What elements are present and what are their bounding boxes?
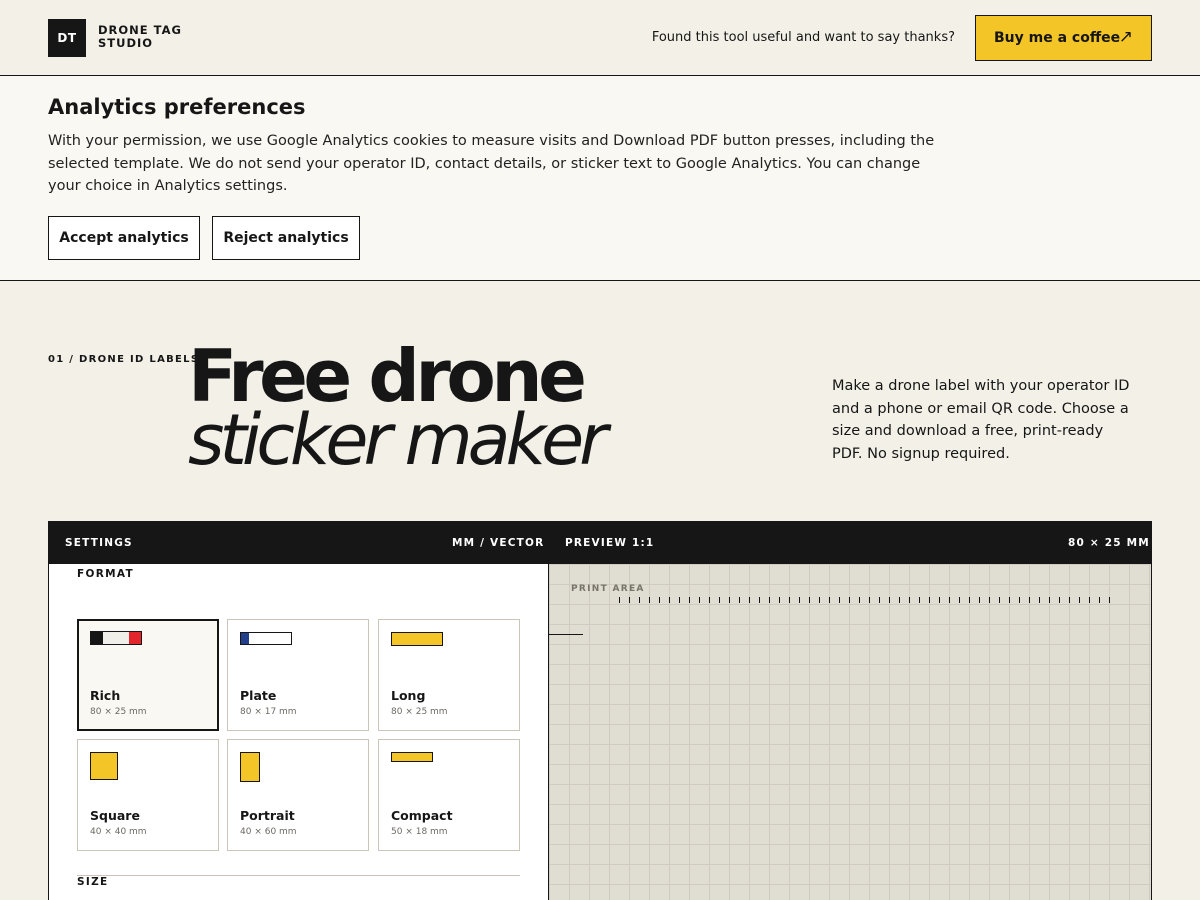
leader-line [549, 634, 583, 635]
reject-analytics-button[interactable]: Reject analytics [212, 216, 360, 260]
format-dims: 80 × 17 mm [240, 707, 297, 717]
format-dims: 40 × 60 mm [240, 827, 297, 837]
format-label: FORMAT [77, 568, 134, 580]
format-card-rich[interactable]: Rich 80 × 25 mm [77, 619, 219, 731]
hero-description: Make a drone label with your operator ID… [832, 378, 1130, 462]
format-card-long[interactable]: Long 80 × 25 mm [378, 619, 520, 731]
print-area-label: PRINT AREA [571, 584, 645, 594]
portrait-swatch-icon [240, 752, 260, 782]
format-name: Rich [90, 688, 121, 703]
thanks-text: Found this tool useful and want to say t… [651, 30, 955, 45]
format-dims: 80 × 25 mm [391, 707, 448, 717]
consent-title: Analytics preferences [48, 95, 306, 119]
hero-title-line-2: sticker maker [188, 399, 608, 481]
format-card-compact[interactable]: Compact 50 × 18 mm [378, 739, 520, 851]
plate-swatch-icon [240, 632, 292, 645]
preview-size: 80 × 25 MM [1068, 537, 1150, 549]
units-label: MM / VECTOR [452, 537, 545, 549]
top-bar: DT DRONE TAG STUDIO Found this tool usef… [0, 0, 1200, 76]
analytics-consent-banner: Analytics preferences With your permissi… [0, 76, 1200, 281]
section-divider [77, 875, 520, 876]
logo-mark[interactable]: DT [48, 19, 86, 57]
rich-swatch-icon [90, 631, 142, 645]
format-dims: 80 × 25 mm [90, 707, 147, 717]
panel-header: SETTINGS MM / VECTOR PREVIEW 1:1 80 × 25… [48, 521, 1152, 564]
square-swatch-icon [90, 752, 118, 780]
format-card-square[interactable]: Square 40 × 40 mm [77, 739, 219, 851]
settings-panel: FORMAT Rich 80 × 25 mm Plate 80 × 17 mm … [48, 564, 549, 900]
compact-swatch-icon [391, 752, 433, 762]
format-dims: 40 × 40 mm [90, 827, 147, 837]
size-label: SIZE [77, 876, 109, 888]
ruler-ticks [619, 597, 1110, 603]
settings-heading: SETTINGS [65, 537, 133, 549]
format-name: Plate [240, 688, 277, 703]
logo-line-2: STUDIO [98, 36, 154, 50]
buy-coffee-label: Buy me a coffee [994, 30, 1121, 46]
format-card-portrait[interactable]: Portrait 40 × 60 mm [227, 739, 369, 851]
format-name: Square [90, 808, 140, 823]
logo-text[interactable]: DRONE TAG STUDIO [98, 24, 182, 50]
buy-coffee-button[interactable]: Buy me a coffee ↗ [975, 15, 1152, 61]
preview-canvas: PRINT AREA [549, 564, 1152, 900]
long-swatch-icon [391, 632, 443, 646]
preview-heading: PREVIEW 1:1 [565, 537, 655, 549]
arrow-up-right-icon: ↗ [1118, 27, 1133, 47]
format-name: Long [391, 688, 426, 703]
format-name: Compact [391, 808, 453, 823]
consent-body: With your permission, we use Google Anal… [48, 133, 935, 194]
format-card-plate[interactable]: Plate 80 × 17 mm [227, 619, 369, 731]
format-name: Portrait [240, 808, 295, 823]
section-eyebrow: 01 / DRONE ID LABELS [48, 354, 200, 365]
format-dims: 50 × 18 mm [391, 827, 448, 837]
accept-analytics-button[interactable]: Accept analytics [48, 216, 200, 260]
